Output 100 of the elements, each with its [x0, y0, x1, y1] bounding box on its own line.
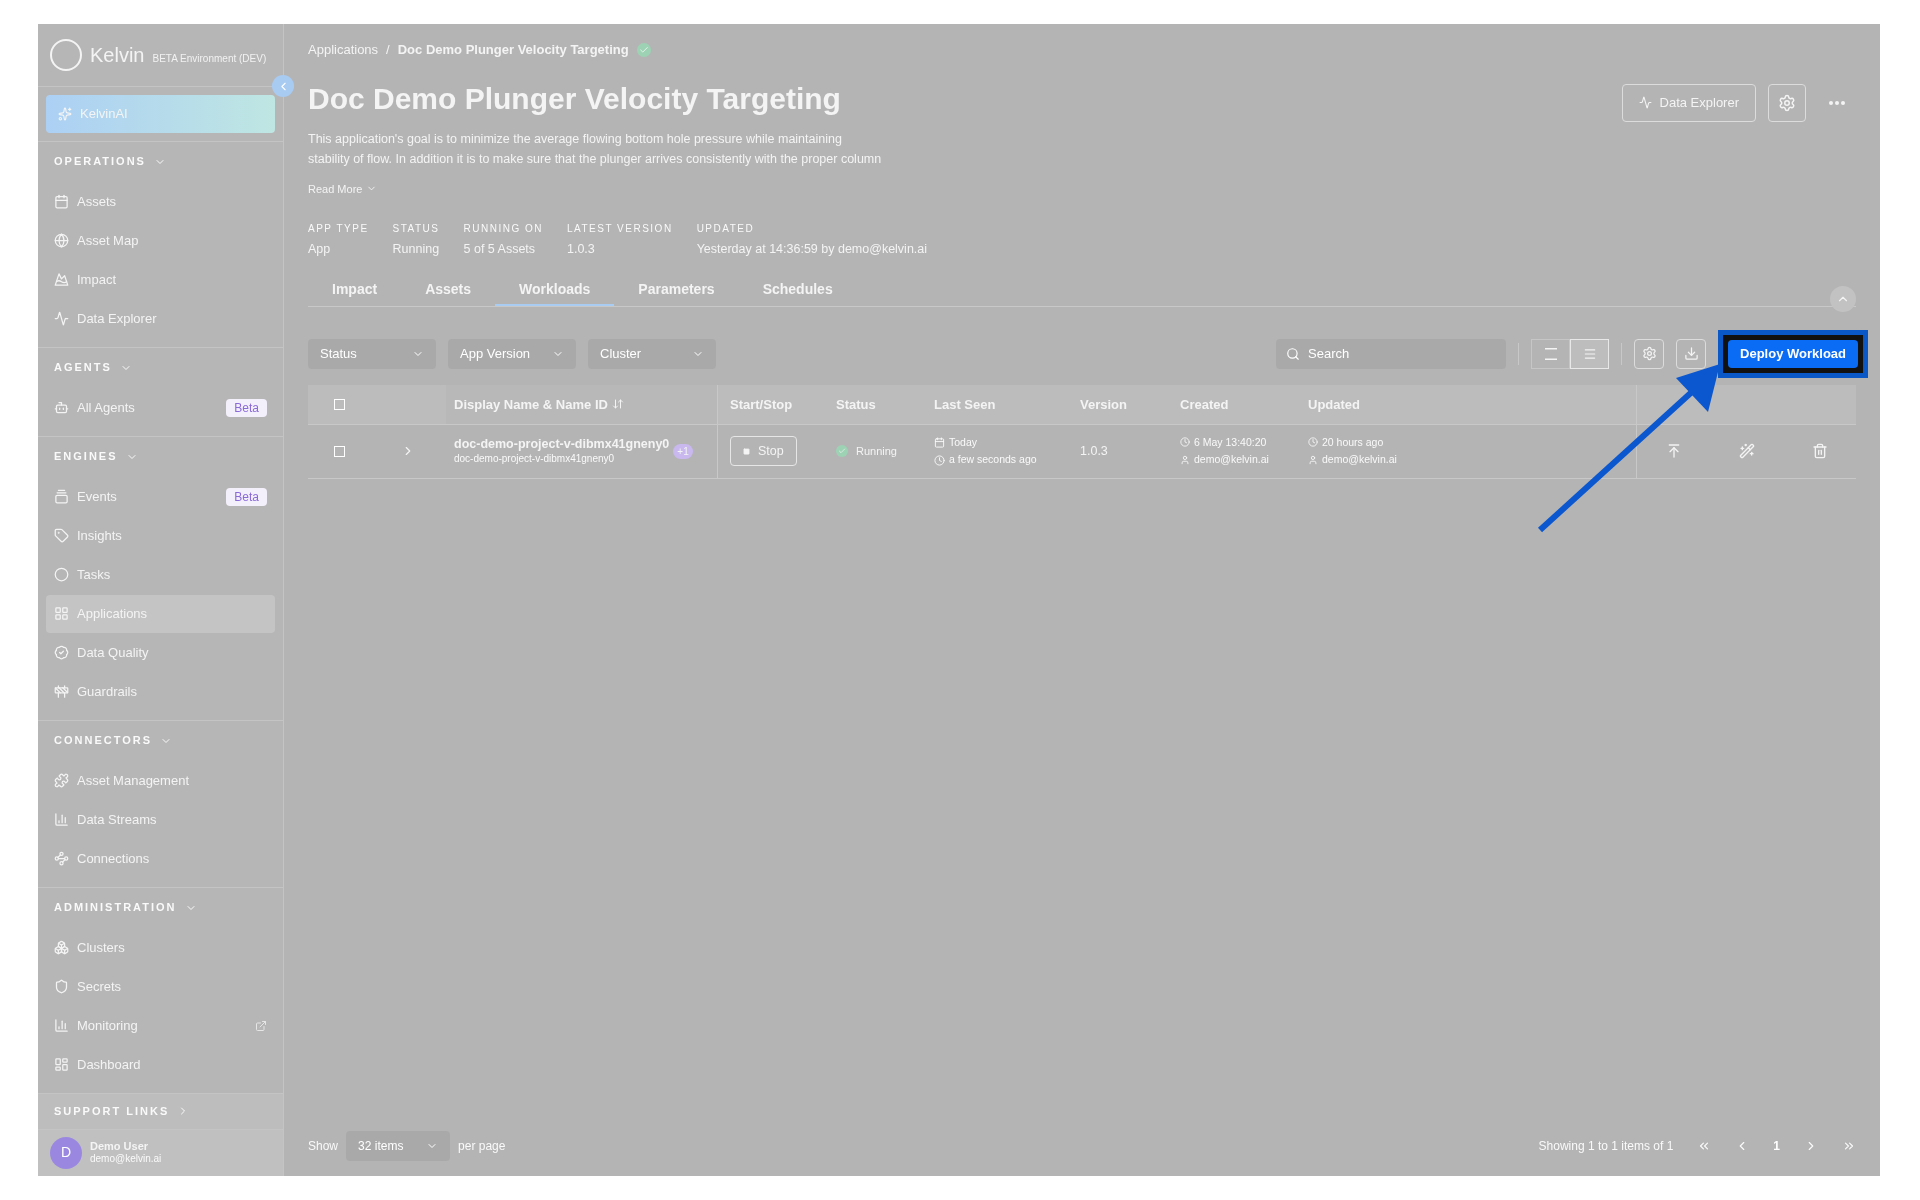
list-lines-icon [1582, 346, 1597, 361]
page-size-dropdown[interactable]: 32 items [346, 1131, 451, 1161]
sidebar-item[interactable]: Events Beta [46, 477, 275, 516]
user-email: demo@kelvin.ai [90, 1153, 162, 1166]
column-header: Version [1080, 396, 1127, 412]
tab[interactable]: Schedules [738, 278, 857, 306]
sidebar-item[interactable]: All Agents Beta [46, 388, 275, 427]
external-link-icon[interactable] [255, 1019, 267, 1032]
sidebar-item[interactable]: Data Quality [46, 633, 275, 672]
circle-icon [54, 567, 69, 583]
user-avatar: D [50, 1136, 82, 1169]
chart-icon [54, 272, 69, 288]
per-page-label: per page [458, 1138, 506, 1155]
path-icon [54, 851, 69, 867]
meta-label: UPDATED [696, 222, 756, 236]
sidebar-item[interactable]: Data Explorer [46, 299, 275, 338]
search-icon [1286, 346, 1301, 361]
row-checkbox[interactable] [333, 445, 345, 457]
select-all-checkbox[interactable] [333, 398, 345, 410]
filter-dropdown[interactable]: App Version [448, 338, 576, 369]
bar-chart-icon [54, 812, 69, 828]
breadcrumb-separator: / [386, 41, 390, 59]
sidebar-item[interactable]: Assets [46, 182, 275, 221]
check-icon [636, 42, 651, 57]
sidebar-item[interactable]: Monitoring [46, 1006, 275, 1045]
settings-icon [1778, 93, 1796, 112]
updated-by: demo@kelvin.ai [1322, 452, 1397, 468]
sidebar-item[interactable]: Asset Management [46, 761, 275, 800]
environment-label: BETA Environment (DEV) [152, 52, 267, 67]
filter-dropdown[interactable]: Status [308, 338, 436, 369]
meta-value: Yesterday at 14:36:59 by demo@kelvin.ai [696, 241, 928, 258]
breadcrumb-current: Doc Demo Plunger Velocity Targeting [397, 41, 629, 59]
compact-view-toggle[interactable] [1531, 338, 1571, 369]
data-explorer-button[interactable]: Data Explorer [1621, 83, 1756, 122]
description-line: This application's goal is to minimize the average flowing bottom hole pressure while maintaining [308, 130, 843, 148]
column-settings-button[interactable] [1634, 338, 1665, 369]
meta-value: 5 of 5 Assets [463, 241, 537, 258]
tab[interactable]: Impact [308, 278, 402, 306]
created-time: 6 May 13:40:20 [1194, 434, 1267, 450]
created-by: demo@kelvin.ai [1194, 452, 1269, 468]
collapse-button[interactable] [1830, 285, 1856, 312]
deploy-workload-button[interactable]: Deploy Workload [1728, 339, 1858, 368]
sidebar-item[interactable]: Secrets [46, 967, 275, 1006]
tab[interactable]: Parameters [614, 278, 739, 306]
breadcrumb-link[interactable]: Applications [308, 40, 379, 60]
sidebar-item[interactable]: Data Streams [46, 800, 275, 839]
section-heading: ADMINISTRATION [54, 900, 177, 916]
kelvinai-button[interactable]: KelvinAI [46, 94, 275, 133]
sidebar-item[interactable]: Tasks [46, 555, 275, 594]
gallery-icon [54, 489, 69, 505]
agent-icon [54, 400, 69, 416]
sidebar-item[interactable]: Dashboard [46, 1045, 275, 1084]
meta-label: APP TYPE [308, 222, 369, 236]
sidebar-collapse-button[interactable] [272, 75, 294, 97]
sidebar-item[interactable]: Impact [46, 260, 275, 299]
settings-button[interactable] [1768, 83, 1806, 122]
logo-text: Kelvin [90, 42, 145, 68]
meta-label: LATEST VERSION [566, 222, 673, 236]
beta-badge: Beta [226, 398, 267, 417]
updated-time: 20 hours ago [1322, 434, 1384, 450]
download-button[interactable] [1676, 338, 1707, 369]
search-field[interactable]: Search [1276, 338, 1507, 369]
gear-icon [1641, 346, 1657, 362]
sidebar-item[interactable]: Connections [46, 839, 275, 878]
globe-icon [54, 233, 69, 249]
cluster-icon [54, 940, 69, 956]
wand-icon[interactable] [1738, 443, 1755, 460]
show-label: Show [308, 1138, 339, 1155]
tab[interactable]: Workloads [495, 278, 615, 306]
workload-id: doc-demo-project-v-dibmx41gneny0 [454, 452, 616, 466]
sidebar-item[interactable]: Asset Map [46, 221, 275, 260]
meta-value: Running [392, 241, 440, 258]
barrier-icon [54, 684, 69, 700]
workload-name: doc-demo-project-v-dibmx41gneny0 [454, 437, 670, 453]
filter-dropdown[interactable]: Cluster [588, 338, 716, 369]
last-page-icon[interactable] [1842, 1139, 1856, 1153]
clock-icon [1180, 437, 1190, 448]
section-heading: OPERATIONS [54, 154, 146, 170]
support-links-bar[interactable]: SUPPORT LINKS [38, 1093, 283, 1130]
sidebar-item[interactable]: Guardrails [46, 672, 275, 711]
meta-value: 1.0.3 [566, 241, 596, 258]
version-text: 1.0.3 [1080, 444, 1108, 459]
badge-icon [54, 645, 69, 661]
compact-lines-icon [1544, 347, 1557, 360]
trash-icon[interactable] [1811, 443, 1828, 460]
meta-label: RUNNING ON [463, 222, 543, 236]
dashboard-icon [54, 1057, 69, 1073]
check-icon [836, 445, 848, 458]
stop-button[interactable]: Stop [730, 436, 797, 467]
last-seen-time: a few seconds ago [949, 452, 1037, 468]
sidebar-item[interactable]: Insights [46, 516, 275, 555]
tab[interactable]: Assets [401, 278, 496, 306]
pulse-icon [1638, 96, 1652, 109]
read-more-link[interactable]: Read More [308, 180, 378, 197]
tag-icon [54, 528, 69, 544]
more-icon [1829, 100, 1845, 105]
calendar-icon [934, 436, 945, 448]
sidebar-item[interactable]: Clusters [46, 928, 275, 967]
page-number[interactable]: 1 [1773, 1137, 1780, 1155]
list-view-toggle[interactable] [1570, 338, 1610, 369]
